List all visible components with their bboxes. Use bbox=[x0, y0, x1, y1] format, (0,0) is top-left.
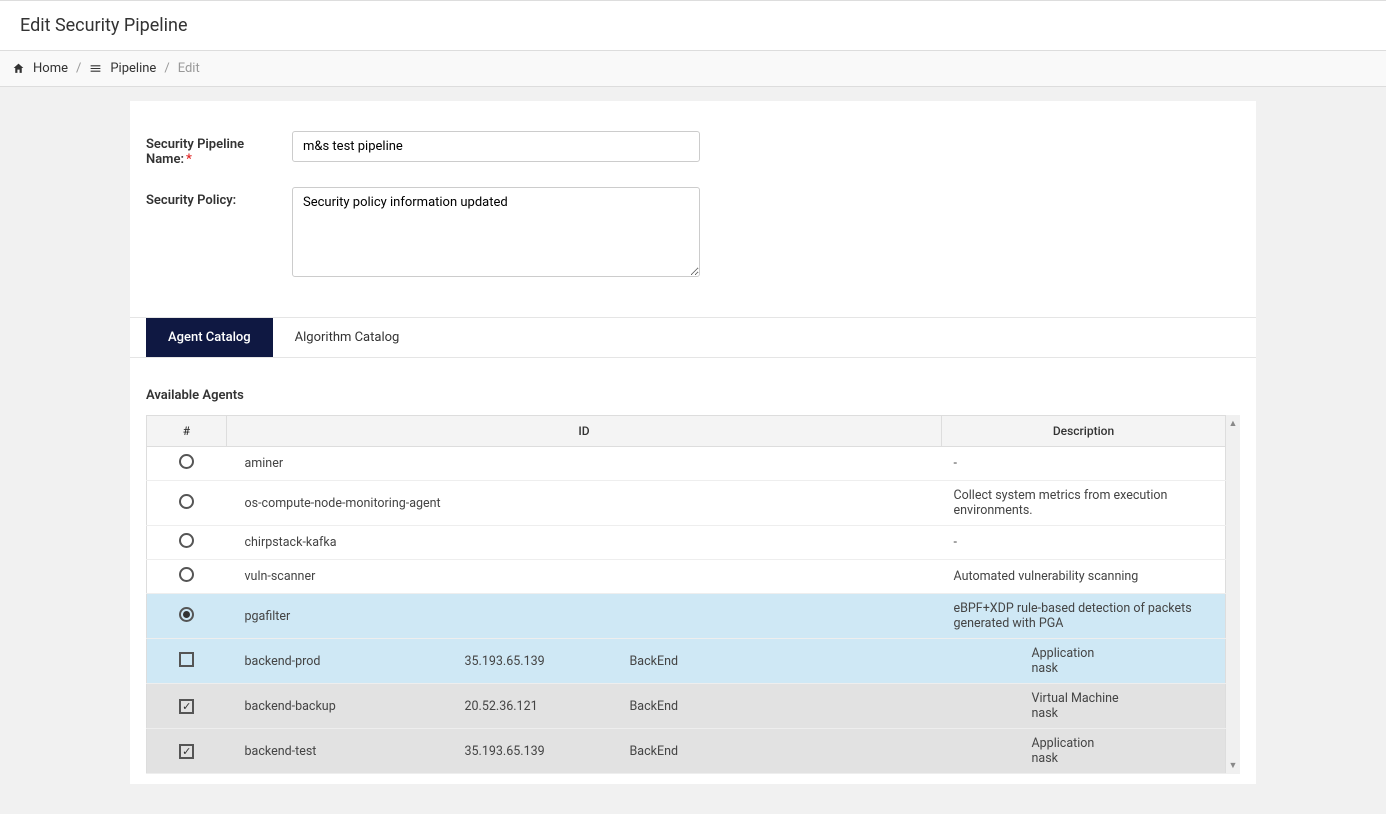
scroll-down-icon[interactable]: ▼ bbox=[1229, 760, 1238, 771]
table-scrollbar[interactable]: ▲ ▼ bbox=[1226, 415, 1240, 774]
subrow-id: backend-test35.193.65.139BackEnd bbox=[227, 729, 942, 774]
table-row[interactable]: aminer- bbox=[147, 447, 1226, 481]
breadcrumb-pipeline[interactable]: Pipeline bbox=[110, 61, 156, 76]
checkbox-select[interactable]: ✓ bbox=[179, 699, 194, 714]
agent-id: aminer bbox=[227, 447, 942, 481]
table-row[interactable]: vuln-scannerAutomated vulnerability scan… bbox=[147, 560, 1226, 594]
agents-table: # ID Description aminer-os-compute-node-… bbox=[146, 415, 1226, 774]
radio-select[interactable] bbox=[179, 533, 194, 548]
table-row[interactable]: ✓ backend-test35.193.65.139BackEndApplica… bbox=[147, 729, 1226, 774]
agent-desc: eBPF+XDP rule-based detection of packets… bbox=[942, 594, 1226, 639]
subrow-desc: Virtual Machinenask bbox=[942, 684, 1226, 729]
table-row[interactable]: os-compute-node-monitoring-agentCollect … bbox=[147, 481, 1226, 526]
col-desc: Description bbox=[942, 416, 1226, 447]
agent-id: vuln-scanner bbox=[227, 560, 942, 594]
policy-input[interactable] bbox=[292, 187, 700, 277]
page-title: Edit Security Pipeline bbox=[20, 15, 1366, 36]
tabs: Agent Catalog Algorithm Catalog bbox=[130, 318, 1256, 358]
list-icon bbox=[89, 62, 102, 75]
breadcrumb-current: Edit bbox=[178, 61, 200, 76]
breadcrumb: Home / Pipeline / Edit bbox=[0, 51, 1386, 87]
radio-select[interactable] bbox=[179, 607, 194, 622]
scroll-up-icon[interactable]: ▲ bbox=[1229, 418, 1238, 429]
table-row[interactable]: pgafiltereBPF+XDP rule-based detection o… bbox=[147, 594, 1226, 639]
agent-id: chirpstack-kafka bbox=[227, 526, 942, 560]
table-row[interactable]: backend-prod35.193.65.139BackEndApplicat… bbox=[147, 639, 1226, 684]
subrow-desc: Applicationnask bbox=[942, 729, 1226, 774]
agent-id: os-compute-node-monitoring-agent bbox=[227, 481, 942, 526]
breadcrumb-home[interactable]: Home bbox=[33, 61, 68, 76]
agent-desc: - bbox=[942, 447, 1226, 481]
subrow-desc: Applicationnask bbox=[942, 639, 1226, 684]
checkbox-select[interactable] bbox=[179, 652, 194, 667]
radio-select[interactable] bbox=[179, 494, 194, 509]
agents-section: Available Agents # ID Description aminer… bbox=[130, 358, 1256, 784]
main-card: Security Pipeline Name:* Security Policy… bbox=[130, 101, 1256, 784]
name-label: Security Pipeline Name:* bbox=[146, 131, 292, 167]
col-select: # bbox=[147, 416, 227, 447]
header: Edit Security Pipeline bbox=[0, 0, 1386, 51]
tab-algorithm-catalog[interactable]: Algorithm Catalog bbox=[273, 318, 422, 357]
tab-agent-catalog[interactable]: Agent Catalog bbox=[146, 318, 273, 357]
home-icon bbox=[12, 62, 25, 75]
agent-desc: Collect system metrics from execution en… bbox=[942, 481, 1226, 526]
col-id: ID bbox=[227, 416, 942, 447]
agent-desc: Automated vulnerability scanning bbox=[942, 560, 1226, 594]
pipeline-name-input[interactable] bbox=[292, 131, 700, 162]
agents-title: Available Agents bbox=[146, 388, 1240, 403]
agent-desc: - bbox=[942, 526, 1226, 560]
table-row[interactable]: chirpstack-kafka- bbox=[147, 526, 1226, 560]
breadcrumb-sep: / bbox=[164, 61, 169, 76]
policy-label: Security Policy: bbox=[146, 187, 292, 208]
checkbox-select[interactable]: ✓ bbox=[179, 744, 194, 759]
radio-select[interactable] bbox=[179, 567, 194, 582]
agent-id: pgafilter bbox=[227, 594, 942, 639]
subrow-id: backend-prod35.193.65.139BackEnd bbox=[227, 639, 942, 684]
subrow-id: backend-backup20.52.36.121BackEnd bbox=[227, 684, 942, 729]
form-section: Security Pipeline Name:* Security Policy… bbox=[130, 101, 1256, 318]
breadcrumb-sep: / bbox=[76, 61, 81, 76]
radio-select[interactable] bbox=[179, 454, 194, 469]
table-row[interactable]: ✓ backend-backup20.52.36.121BackEndVirtua… bbox=[147, 684, 1226, 729]
